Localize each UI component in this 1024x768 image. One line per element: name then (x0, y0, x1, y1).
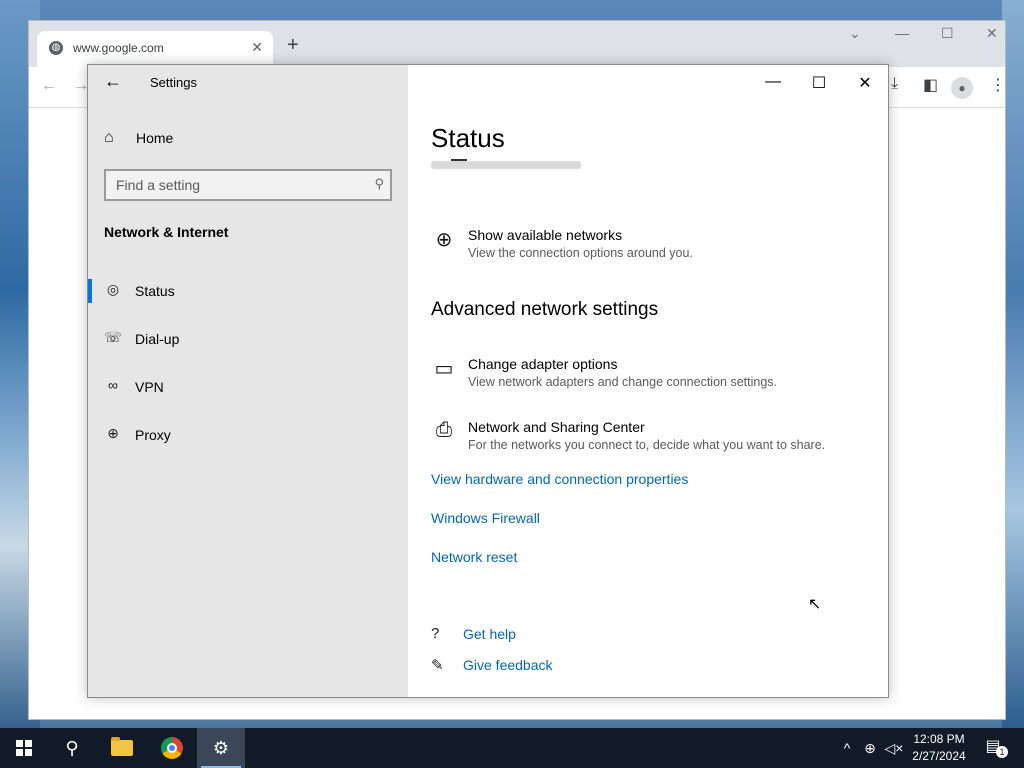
option-description: View network adapters and change connect… (468, 375, 777, 389)
get-help-label: Get help (463, 626, 516, 642)
folder-icon (111, 737, 133, 756)
chrome-icon (161, 737, 183, 759)
sidebar-item-proxy[interactable]: ⊕ Proxy (88, 413, 408, 457)
dialup-icon: ☏ (104, 329, 122, 345)
hardware-properties-link[interactable]: View hardware and connection properties (431, 471, 688, 487)
network-globe-icon[interactable]: ⊕ (860, 728, 880, 768)
maximize-button[interactable]: ☐ (804, 73, 834, 93)
globe-icon: ⊕ (107, 425, 119, 441)
file-explorer-button[interactable] (98, 728, 146, 768)
sidebar-item-label: Status (135, 283, 175, 299)
sidebar-item-label: Dial-up (135, 331, 180, 347)
gear-icon: ⚙ (212, 738, 230, 758)
printer-network-icon: ⎙ (436, 419, 452, 441)
chevron-up-icon[interactable]: ^ (838, 728, 856, 768)
help-chat-icon: ? (431, 625, 440, 642)
page-title: Status (431, 123, 505, 153)
minimize-button[interactable]: — (758, 73, 788, 91)
notification-count-badge: 1 (996, 746, 1008, 758)
browser-tab[interactable]: ◍ www.google.com ✕ (37, 31, 273, 67)
show-networks-option[interactable]: ⊕ Show available networks View the conne… (431, 227, 871, 263)
taskbar: ⚲ ⚙ ^ ⊕ ◁× 12:08 PM 2/27/2024 ▤ 1 (0, 728, 1024, 768)
change-adapter-option[interactable]: ▭ Change adapter options View network ad… (431, 356, 871, 392)
browser-close-button[interactable]: ✕ (986, 25, 998, 42)
browser-tab-title: www.google.com (73, 41, 164, 55)
sidebar-item-label: VPN (135, 379, 164, 395)
mouse-cursor-icon: ↖ (808, 596, 822, 613)
search-button[interactable]: ⚲ (48, 728, 96, 768)
new-tab-button[interactable]: + (287, 35, 299, 55)
feedback-icon: ✎ (431, 657, 444, 674)
search-icon: ⚲ (65, 738, 79, 758)
give-feedback-link[interactable]: ✎ Give feedback (431, 656, 631, 676)
clock[interactable]: 12:08 PM 2/27/2024 (904, 731, 974, 765)
start-button[interactable] (0, 728, 48, 768)
search-icon: ⚲ (374, 176, 384, 191)
option-title: Show available networks (468, 227, 623, 243)
option-title: Change adapter options (468, 356, 618, 372)
back-arrow-icon[interactable]: ← (41, 77, 57, 95)
advanced-settings-title: Advanced network settings (431, 299, 659, 320)
status-globe-icon: ◎ (106, 281, 120, 297)
clock-time: 12:08 PM (913, 732, 965, 746)
globe-icon: ◍ (49, 41, 63, 55)
back-arrow-icon[interactable]: ← (104, 71, 122, 92)
tab-search-icon[interactable]: ⌄ (849, 25, 861, 42)
sidebar-item-dialup[interactable]: ☏ Dial-up (88, 317, 408, 361)
search-input[interactable] (114, 176, 358, 194)
browser-tabstrip: ◍ www.google.com ✕ + ⌄ — ☐ ✕ (29, 21, 1005, 67)
download-icon[interactable]: ⤓ (891, 75, 898, 93)
settings-window: ← Settings ⌂ Home ⚲ Network & Internet ◎… (87, 64, 889, 698)
globe-network-icon: ⊕ (435, 229, 453, 251)
sharing-center-option[interactable]: ⎙ Network and Sharing Center For the net… (431, 419, 871, 455)
vpn-icon: ∞ (108, 377, 118, 393)
option-title: Network and Sharing Center (468, 419, 645, 435)
browser-maximize-button[interactable]: ☐ (941, 25, 954, 42)
option-description: View the connection options around you. (468, 246, 693, 260)
sidebar-item-label: Proxy (135, 427, 171, 443)
close-button[interactable]: ✕ (850, 73, 880, 93)
section-title: Network & Internet (104, 224, 229, 240)
option-description: For the networks you connect to, decide … (468, 438, 826, 452)
side-panel-icon[interactable]: ◧ (923, 75, 938, 95)
sidebar-item-vpn[interactable]: ∞ VPN (88, 365, 408, 409)
profile-avatar-icon[interactable]: ● (951, 77, 973, 99)
clock-date: 2/27/2024 (912, 749, 966, 763)
give-feedback-label: Give feedback (463, 657, 553, 673)
browser-minimize-button[interactable]: — (895, 25, 909, 41)
monitor-icon: ▭ (434, 358, 454, 380)
app-title: Settings (150, 75, 197, 90)
get-help-link[interactable]: ? Get help (431, 625, 631, 645)
home-label: Home (136, 130, 174, 146)
more-menu-icon[interactable]: ⋮ (990, 75, 1006, 95)
settings-sidebar: ← Settings ⌂ Home ⚲ Network & Internet ◎… (88, 65, 408, 697)
home-icon: ⌂ (104, 129, 114, 146)
close-tab-icon[interactable]: ✕ (251, 39, 263, 56)
loading-placeholder (431, 159, 581, 169)
sidebar-item-status[interactable]: ◎ Status (88, 269, 408, 313)
settings-taskbar-button[interactable]: ⚙ (197, 728, 245, 768)
network-reset-link[interactable]: Network reset (431, 549, 517, 565)
chrome-taskbar-button[interactable] (148, 728, 196, 768)
search-box[interactable]: ⚲ (104, 169, 392, 201)
volume-muted-icon[interactable]: ◁× (884, 728, 904, 768)
windows-logo-icon (16, 740, 32, 756)
windows-firewall-link[interactable]: Windows Firewall (431, 510, 540, 526)
